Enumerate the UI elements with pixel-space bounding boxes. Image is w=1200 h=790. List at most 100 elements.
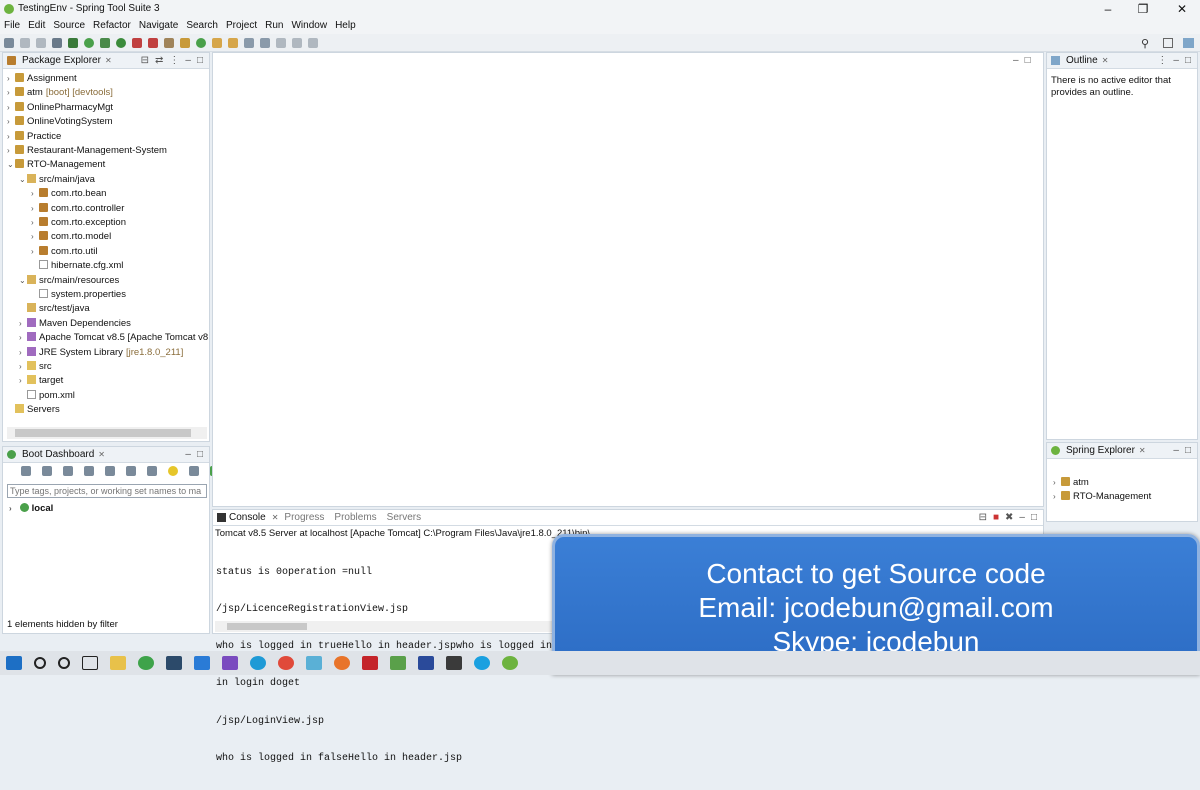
back-icon[interactable]: [276, 37, 286, 48]
tree-item[interactable]: system.properties: [31, 288, 126, 302]
tree-item[interactable]: › src: [19, 360, 52, 374]
search-icon[interactable]: ⚲: [1141, 37, 1149, 50]
vscode-icon[interactable]: [194, 656, 210, 670]
expand-icon[interactable]: ›: [1053, 490, 1061, 504]
tree-item[interactable]: src/test/java: [19, 302, 90, 316]
tab-servers[interactable]: Servers: [387, 512, 421, 523]
java-perspective-icon[interactable]: [1183, 38, 1194, 48]
chevron-right-icon[interactable]: ›: [19, 346, 27, 360]
chevron-right-icon[interactable]: ›: [31, 187, 39, 201]
minimize-view-icon[interactable]: –: [1173, 445, 1179, 456]
new-class-icon[interactable]: [196, 37, 206, 48]
console-toolbar-icon[interactable]: ⊟: [979, 512, 987, 523]
tab-console[interactable]: Console: [229, 512, 266, 523]
chevron-right-icon[interactable]: ›: [31, 216, 39, 230]
open-type-icon[interactable]: [164, 37, 174, 48]
tree-item[interactable]: › OnlineVotingSystem: [7, 115, 113, 129]
chevron-down-icon[interactable]: ⌄: [7, 158, 15, 172]
file-explorer-icon[interactable]: [110, 656, 126, 670]
save-icon[interactable]: [20, 37, 30, 48]
chevron-right-icon[interactable]: ›: [7, 115, 15, 129]
cortana-icon[interactable]: [58, 657, 70, 669]
tree-item[interactable]: hibernate.cfg.xml: [31, 259, 123, 273]
new-icon[interactable]: [4, 37, 14, 48]
menu-edit[interactable]: Edit: [28, 19, 45, 34]
spring-explorer-item[interactable]: › atm: [1053, 476, 1089, 490]
menu-project[interactable]: Project: [226, 19, 257, 34]
chevron-down-icon[interactable]: ⌄: [19, 274, 27, 288]
minimize-icon[interactable]: –: [1098, 2, 1118, 16]
debug-app-icon[interactable]: [84, 466, 94, 476]
spring-explorer-tab[interactable]: Spring Explorer ✕ – □: [1047, 443, 1197, 459]
tree-item[interactable]: › Restaurant-Management-System: [7, 144, 167, 158]
run-as-icon[interactable]: [116, 37, 126, 48]
stop-app-icon[interactable]: [63, 466, 73, 476]
new-java-package-icon[interactable]: [180, 37, 190, 48]
menu-run[interactable]: Run: [265, 19, 283, 34]
annotation-icon[interactable]: [260, 37, 270, 48]
tree-item[interactable]: › target: [19, 374, 63, 388]
view-menu-icon[interactable]: ⋮: [169, 55, 179, 66]
tree-item[interactable]: ⌄ RTO-Management: [7, 158, 105, 172]
tree-item[interactable]: › com.rto.bean: [31, 187, 106, 201]
maximize-view-icon[interactable]: □: [197, 449, 203, 460]
chevron-right-icon[interactable]: ›: [19, 331, 27, 345]
console-toggle-icon[interactable]: [147, 466, 157, 476]
edit-icon[interactable]: [126, 466, 136, 476]
spring-explorer-item[interactable]: › RTO-Management: [1053, 490, 1151, 504]
view-menu-icon[interactable]: ⋮: [1157, 55, 1167, 66]
maximize-view-icon[interactable]: □: [1185, 55, 1191, 66]
maximize-view-icon[interactable]: □: [1031, 512, 1037, 523]
debug-icon[interactable]: [68, 37, 78, 48]
minimize-view-icon[interactable]: –: [1173, 55, 1179, 66]
tab-problems[interactable]: Problems: [334, 512, 376, 523]
menu-source[interactable]: Source: [53, 19, 85, 34]
open-perspective-icon[interactable]: [1163, 38, 1173, 48]
tree-item[interactable]: › OnlinePharmacyMgt: [7, 101, 113, 115]
tree-item[interactable]: › com.rto.controller: [31, 202, 124, 216]
open-browser-icon[interactable]: [189, 466, 199, 476]
chevron-right-icon[interactable]: ›: [7, 130, 15, 144]
maximize-view-icon[interactable]: □: [1025, 55, 1031, 66]
search-tool-icon[interactable]: [244, 37, 254, 48]
scrollbar-thumb[interactable]: [15, 429, 191, 437]
tree-item[interactable]: › Assignment: [7, 72, 77, 86]
sts-taskbar-icon[interactable]: [502, 656, 518, 670]
open-task-icon[interactable]: [228, 37, 238, 48]
chevron-right-icon[interactable]: ›: [31, 202, 39, 216]
tree-item[interactable]: › Apache Tomcat v8.5 [Apache Tomcat v8: [19, 331, 208, 345]
menu-window[interactable]: Window: [291, 19, 327, 34]
task-view-icon[interactable]: [82, 656, 98, 670]
close-tab-icon[interactable]: ✕: [1139, 446, 1146, 455]
remove-launch-icon[interactable]: ✖: [1005, 512, 1013, 523]
tree-item[interactable]: ⌄ src/main/java: [19, 173, 95, 187]
chevron-right-icon[interactable]: ›: [7, 86, 15, 100]
app-icon[interactable]: [306, 656, 322, 670]
tree-item[interactable]: › com.rto.exception: [31, 216, 126, 230]
chevron-right-icon[interactable]: ›: [19, 317, 27, 331]
tree-item[interactable]: ⌄ src/main/resources: [19, 274, 119, 288]
search-taskbar-icon[interactable]: [34, 657, 46, 669]
close-tab-icon[interactable]: ✕: [272, 513, 279, 522]
link-editor-icon[interactable]: ⇄: [155, 55, 163, 66]
spring-tool-icon[interactable]: [138, 656, 154, 670]
dashboard-filter-input[interactable]: [7, 484, 207, 498]
restart-icon[interactable]: [42, 466, 52, 476]
console-scrollbar[interactable]: [215, 621, 555, 632]
minimize-view-icon[interactable]: –: [185, 449, 191, 460]
run-icon[interactable]: [84, 37, 94, 48]
menu-file[interactable]: File: [4, 19, 20, 34]
mysql-icon[interactable]: [166, 656, 182, 670]
close-tab-icon[interactable]: ✕: [1102, 56, 1109, 65]
terminal-icon[interactable]: [52, 37, 62, 48]
skype-icon[interactable]: [474, 656, 490, 670]
app-green-icon[interactable]: [390, 656, 406, 670]
horizontal-scrollbar[interactable]: [7, 427, 207, 439]
tree-item[interactable]: › com.rto.model: [31, 230, 111, 244]
edge-icon[interactable]: [250, 656, 266, 670]
chevron-right-icon[interactable]: ›: [7, 101, 15, 115]
expand-icon[interactable]: ›: [9, 502, 17, 516]
app-red-icon[interactable]: [362, 656, 378, 670]
start-menu-icon[interactable]: [6, 656, 22, 670]
chevron-right-icon[interactable]: ›: [31, 230, 39, 244]
